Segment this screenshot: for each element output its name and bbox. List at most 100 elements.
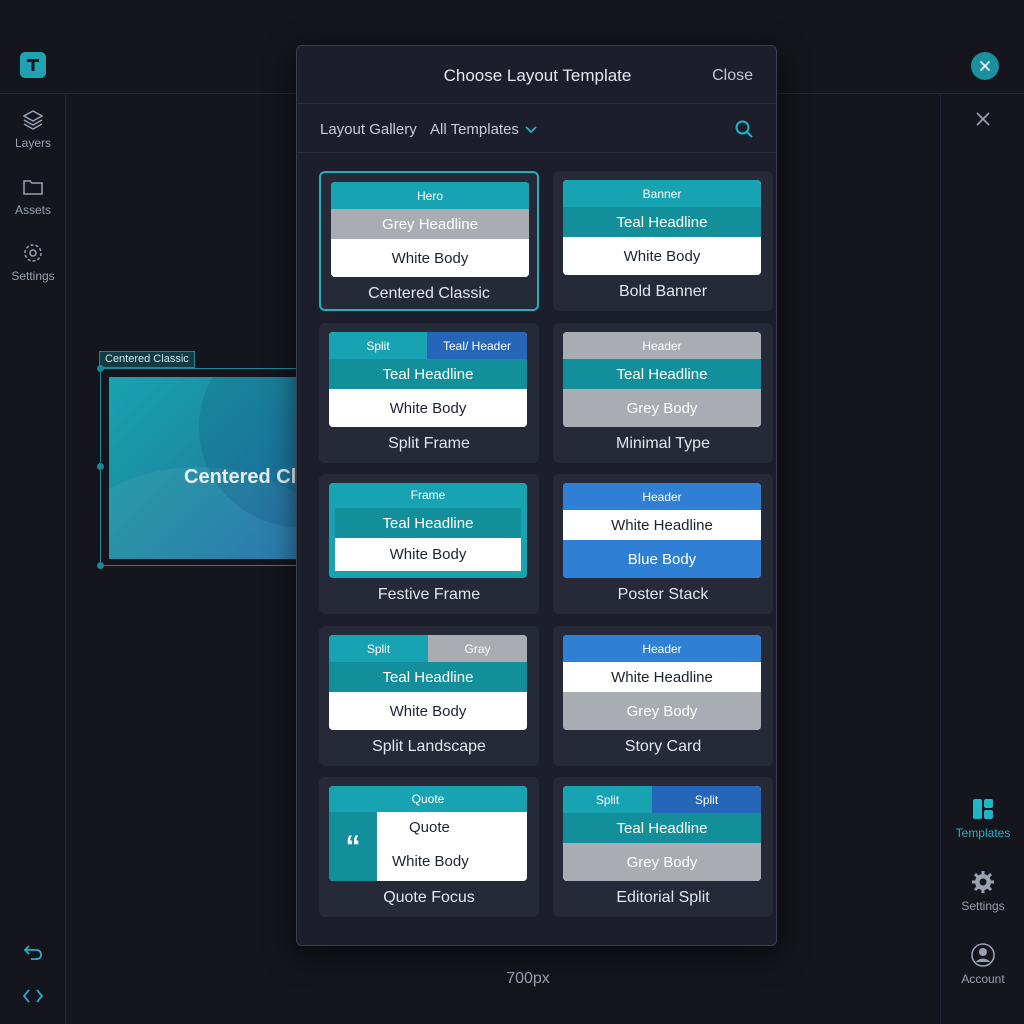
template-card-story-card[interactable]: Header White Headline Grey Body Story Ca… — [553, 626, 773, 766]
thumb-band: Header — [563, 483, 761, 510]
rail-item-settings[interactable]: Settings — [0, 241, 66, 283]
template-thumbnail: Split Teal/ Header Teal Headline White B… — [329, 332, 527, 427]
templates-icon — [973, 799, 993, 819]
modal-header: Choose Layout Template Close — [297, 46, 776, 104]
thumb-band: White Body — [563, 237, 761, 275]
resize-handle[interactable] — [97, 562, 104, 569]
template-card-centered-classic[interactable]: Hero Grey Headline White Body Centered C… — [319, 171, 539, 311]
close-icon[interactable] — [971, 52, 999, 80]
close-button[interactable]: Close — [712, 67, 753, 85]
rail-label: Layers — [14, 136, 52, 150]
thumb-band: White Body — [331, 239, 529, 277]
rail-label: Settings — [961, 899, 1005, 913]
thumb-band: Banner — [563, 180, 761, 207]
template-name: Quote Focus — [383, 889, 475, 906]
thumb-band: Teal Headline — [329, 359, 527, 389]
template-thumbnail: Header White Headline Blue Body — [563, 483, 761, 578]
thumb-band: Teal Headline — [329, 662, 527, 692]
thumb-band: White Body — [335, 538, 521, 571]
account-icon — [971, 943, 995, 967]
template-thumbnail: Header Teal Headline Grey Body — [563, 332, 761, 427]
thumb-band: White Body — [329, 389, 527, 427]
template-thumbnail: Frame Teal Headline White Body — [329, 483, 527, 578]
thumb-band: Split — [329, 635, 428, 662]
resize-handle[interactable] — [97, 365, 104, 372]
folder-icon — [23, 180, 43, 195]
template-card-split-landscape[interactable]: Split Gray Teal Headline White Body Spli… — [319, 626, 539, 766]
template-card-poster-stack[interactable]: Header White Headline Blue Body Poster S… — [553, 474, 773, 614]
thumb-band: Teal/ Header — [427, 332, 527, 359]
template-name: Story Card — [624, 738, 702, 755]
template-thumbnail: Hero Grey Headline White Body — [331, 182, 529, 277]
right-rail: Templates Settings Account — [940, 94, 1024, 1024]
undo-icon — [23, 945, 42, 960]
thumb-band: Quote — [329, 786, 527, 812]
thumb-band: Grey Body — [563, 692, 761, 730]
thumb-band: Teal Headline — [335, 508, 521, 538]
resize-handle[interactable] — [97, 463, 104, 470]
thumb-band: Grey Body — [563, 843, 761, 881]
thumb-band: White Headline — [563, 510, 761, 540]
rail-item-settings-right[interactable]: Settings — [941, 869, 1024, 913]
search-icon[interactable] — [734, 119, 754, 139]
chevron-down-icon — [525, 125, 537, 133]
thumb-band: Split — [652, 786, 761, 813]
selection-tag: Centered Classic — [99, 351, 195, 368]
thumb-band: Header — [563, 332, 761, 359]
template-thumbnail: Quote “ Quote White Body — [329, 786, 527, 881]
template-card-quote-focus[interactable]: Quote “ Quote White Body Quote Focus — [319, 777, 539, 917]
thumb-band: Gray — [428, 635, 527, 662]
template-thumbnail: Banner Teal Headline White Body — [563, 180, 761, 275]
thumb-band: Frame — [329, 483, 527, 507]
template-name: Split Landscape — [372, 738, 486, 755]
thumb-band: Teal Headline — [563, 207, 761, 237]
rail-item-templates[interactable]: Templates — [941, 796, 1024, 840]
thumb-band: Blue Body — [563, 540, 761, 578]
thumb-band: Grey Headline — [331, 209, 529, 239]
thumb-band: Split — [329, 332, 427, 359]
template-card-editorial-split[interactable]: Split Split Teal Headline Grey Body Edit… — [553, 777, 773, 917]
template-name: Festive Frame — [377, 586, 481, 603]
filter-value: All Templates — [430, 121, 519, 138]
template-name: Bold Banner — [618, 283, 708, 300]
thumb-band: Header — [563, 635, 761, 662]
code-icon — [22, 989, 44, 1003]
thumb-band: White Body — [377, 842, 527, 881]
template-thumbnail: Split Split Teal Headline Grey Body — [563, 786, 761, 881]
layers-icon — [22, 110, 44, 130]
undo-button[interactable] — [0, 941, 66, 963]
rail-label: Settings — [11, 269, 55, 283]
preview-background: Centered Cla — [109, 377, 301, 559]
template-card-bold-banner[interactable]: Banner Teal Headline White Body Bold Ban… — [553, 171, 773, 311]
layout-template-modal: Choose Layout Template Close Layout Gall… — [296, 45, 777, 946]
template-thumbnail: Header White Headline Grey Body — [563, 635, 761, 730]
template-filter-dropdown[interactable]: All Templates — [430, 121, 537, 138]
thumb-band: Quote — [377, 812, 527, 842]
quote-mark-icon: “ — [329, 812, 377, 881]
app-logo-icon[interactable] — [20, 52, 46, 78]
template-name: Split Frame — [388, 435, 470, 452]
close-panel-icon[interactable] — [974, 110, 992, 128]
thumb-band: Teal Headline — [563, 813, 761, 843]
thumb-band: White Body — [329, 692, 527, 730]
template-card-minimal-type[interactable]: Header Teal Headline Grey Body Minimal T… — [553, 323, 773, 463]
thumb-band: Grey Body — [563, 389, 761, 427]
preview-title: Centered Cla — [184, 466, 301, 488]
template-name: Minimal Type — [616, 435, 710, 452]
gear-icon — [972, 871, 994, 893]
rail-label: Assets — [14, 203, 51, 217]
gallery-label: Layout Gallery — [320, 121, 417, 138]
template-card-festive-frame[interactable]: Frame Teal Headline White Body Festive F… — [319, 474, 539, 614]
thumb-band: White Headline — [563, 662, 761, 692]
rail-item-assets[interactable]: Assets — [0, 175, 66, 217]
template-thumbnail: Split Gray Teal Headline White Body — [329, 635, 527, 730]
template-card-split-frame[interactable]: Split Teal/ Header Teal Headline White B… — [319, 323, 539, 463]
code-button[interactable] — [0, 985, 66, 1007]
thumb-band: Split — [563, 786, 652, 813]
canvas-size-label: 700px — [506, 970, 550, 987]
template-name: Poster Stack — [617, 586, 709, 603]
rail-label: Templates — [955, 826, 1011, 840]
canvas-preview[interactable]: Centered Cla — [97, 365, 301, 569]
template-name: Centered Classic — [368, 285, 490, 302]
rail-item-layers[interactable]: Layers — [0, 108, 66, 150]
